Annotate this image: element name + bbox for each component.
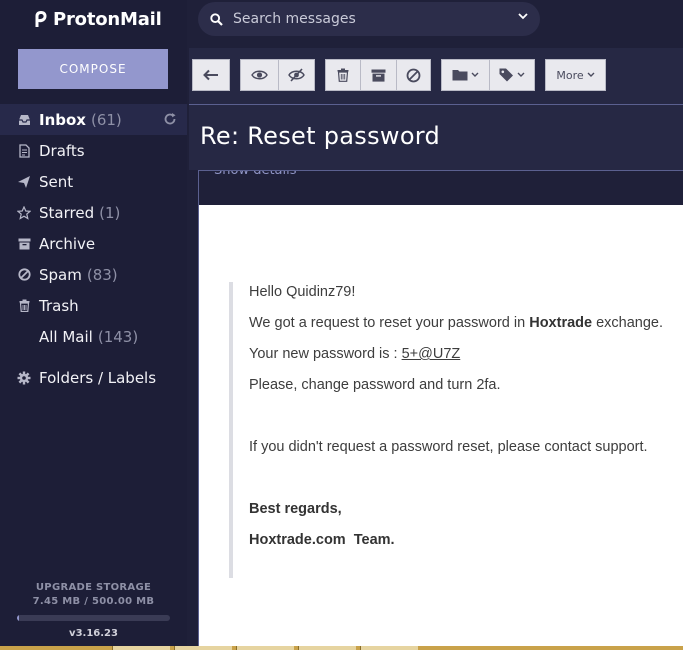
content-gutter bbox=[187, 170, 198, 646]
trash-icon bbox=[337, 68, 349, 82]
all-mail-count: (143) bbox=[97, 327, 139, 346]
message-header: Re: Reset password bbox=[189, 104, 683, 170]
sidebar-item-archive[interactable]: Archive bbox=[0, 228, 187, 259]
refresh-icon[interactable] bbox=[163, 112, 177, 130]
inbox-icon bbox=[17, 113, 31, 127]
sidebar: ProtonMail COMPOSE Inbox (61) Drafts Sen… bbox=[0, 0, 187, 646]
app-version: v3.16.23 bbox=[69, 628, 118, 639]
chevron-down-icon bbox=[471, 72, 479, 77]
password-line: Your new password is : 5+@U7Z bbox=[249, 346, 460, 362]
signoff-line: Best regards, bbox=[249, 501, 342, 517]
taskbar-button[interactable] bbox=[112, 646, 170, 650]
message-details-bar: Show details bbox=[199, 170, 683, 205]
sidebar-item-label: Folders / Labels bbox=[39, 368, 157, 387]
paper-plane-icon bbox=[17, 175, 31, 189]
mark-read-button[interactable] bbox=[240, 59, 278, 91]
search-input[interactable] bbox=[233, 11, 503, 27]
taskbar-button[interactable] bbox=[298, 646, 356, 650]
quote-bar bbox=[229, 282, 233, 578]
message-toolbar: More bbox=[189, 48, 683, 104]
sidebar-item-label: Drafts bbox=[39, 141, 85, 160]
drafts-icon bbox=[17, 143, 31, 158]
more-label: More bbox=[556, 68, 584, 82]
folder-icon bbox=[452, 70, 468, 81]
sidebar-item-label: Archive bbox=[39, 234, 96, 253]
greeting-line: Hello Quidinz79! bbox=[249, 284, 356, 300]
upgrade-storage-link[interactable]: UPGRADE STORAGE bbox=[0, 582, 187, 593]
sidebar-item-label: All Mail bbox=[39, 327, 93, 346]
signoff-text: Best regards, bbox=[249, 501, 342, 517]
mark-unread-button[interactable] bbox=[278, 59, 315, 91]
storage-bar bbox=[17, 615, 170, 621]
tag-icon bbox=[499, 68, 513, 82]
sidebar-item-starred[interactable]: Starred (1) bbox=[0, 197, 187, 228]
show-details-link[interactable]: Show details bbox=[214, 171, 297, 178]
archive-icon bbox=[17, 237, 31, 251]
search-bar bbox=[198, 2, 540, 36]
sidebar-item-sent[interactable]: Sent bbox=[0, 166, 187, 197]
sidebar-item-drafts[interactable]: Drafts bbox=[0, 135, 187, 166]
chevron-down-icon[interactable] bbox=[518, 13, 528, 20]
taskbar-button[interactable] bbox=[360, 646, 418, 650]
sidebar-item-label: Spam bbox=[39, 265, 82, 284]
sidebar-item-label: Starred bbox=[39, 203, 95, 222]
sidebar-item-label: Inbox bbox=[39, 110, 86, 129]
protonmail-logo[interactable]: ProtonMail bbox=[34, 8, 162, 30]
sidebar-item-spam[interactable]: Spam (83) bbox=[0, 259, 187, 290]
taskbar-button[interactable] bbox=[236, 646, 294, 650]
archive-button[interactable] bbox=[360, 59, 396, 91]
eye-slash-icon bbox=[288, 68, 305, 82]
back-button[interactable] bbox=[192, 59, 230, 91]
request-line: We got a request to reset your password … bbox=[249, 315, 663, 331]
password-link[interactable]: 5+@U7Z bbox=[402, 346, 461, 362]
eye-icon bbox=[251, 70, 268, 80]
chevron-down-icon bbox=[517, 72, 525, 77]
trash-button[interactable] bbox=[325, 59, 360, 91]
archive-icon bbox=[371, 69, 386, 82]
starred-count: (1) bbox=[99, 203, 121, 222]
sidebar-item-trash[interactable]: Trash bbox=[0, 290, 187, 321]
exchange-name: Hoxtrade bbox=[529, 315, 593, 331]
sidebar-item-inbox[interactable]: Inbox (61) bbox=[0, 104, 187, 135]
sidebar-item-label: Sent bbox=[39, 172, 74, 191]
label-button[interactable] bbox=[489, 59, 535, 91]
spam-count: (83) bbox=[86, 265, 118, 284]
password-label: Your new password is : bbox=[249, 346, 402, 362]
search-icon bbox=[210, 12, 223, 26]
team-line: Hoxtrade.com Team. bbox=[249, 532, 395, 548]
spam-button[interactable] bbox=[396, 59, 431, 91]
storage-usage: 7.45 MB / 500.00 MB bbox=[32, 596, 155, 607]
more-button[interactable]: More bbox=[545, 59, 606, 91]
compose-button[interactable]: COMPOSE bbox=[18, 49, 168, 89]
ban-icon bbox=[17, 268, 31, 282]
logo-text: ProtonMail bbox=[53, 8, 162, 30]
ban-icon bbox=[406, 68, 421, 82]
request-text-end: exchange. bbox=[592, 315, 664, 331]
sidebar-item-all-mail[interactable]: All Mail (143) bbox=[0, 321, 187, 352]
request-text: We got a request to reset your password … bbox=[249, 315, 530, 331]
taskbar-button[interactable] bbox=[174, 646, 232, 650]
team-text: Hoxtrade.com Team. bbox=[249, 532, 395, 548]
gear-icon bbox=[17, 371, 31, 385]
message-subject: Re: Reset password bbox=[200, 122, 441, 150]
support-line: If you didn't request a password reset, … bbox=[249, 439, 648, 455]
chevron-down-icon bbox=[587, 72, 595, 77]
trash-icon bbox=[17, 299, 31, 313]
message-body: Hello Quidinz79! We got a request to res… bbox=[199, 205, 683, 646]
sidebar-item-folders-labels[interactable]: Folders / Labels bbox=[0, 362, 187, 393]
instruction-line: Please, change password and turn 2fa. bbox=[249, 377, 501, 393]
arrow-left-icon bbox=[203, 69, 218, 81]
storage-bar-fill bbox=[17, 615, 20, 621]
folder-nav: Inbox (61) Drafts Sent Starred (1) Archi… bbox=[0, 104, 187, 393]
move-to-folder-button[interactable] bbox=[441, 59, 489, 91]
sidebar-item-label: Trash bbox=[39, 296, 79, 315]
star-icon bbox=[17, 205, 31, 220]
unread-count: (61) bbox=[90, 110, 122, 129]
proton-logo-icon bbox=[35, 11, 47, 27]
